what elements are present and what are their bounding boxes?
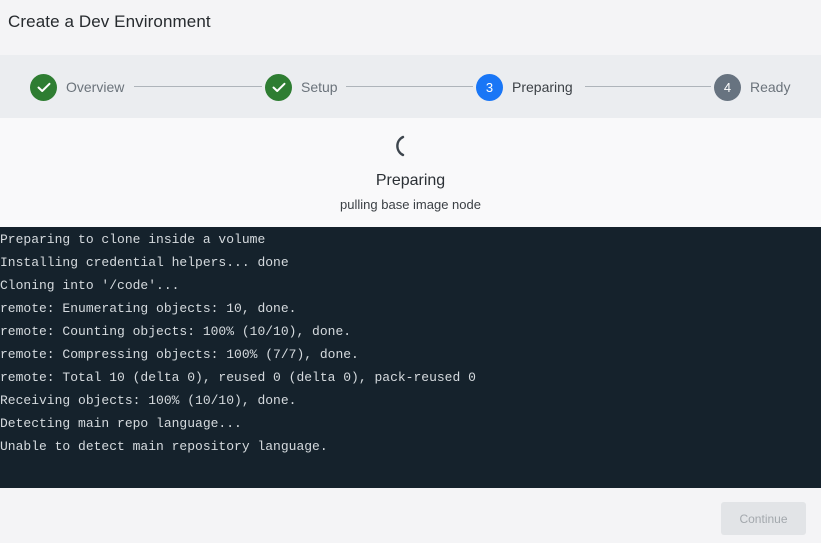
terminal-line: remote: Total 10 (delta 0), reused 0 (de… bbox=[0, 370, 476, 385]
dialog-title: Create a Dev Environment bbox=[8, 12, 211, 31]
step-label: Ready bbox=[750, 79, 791, 95]
step-connector bbox=[585, 86, 711, 87]
check-icon bbox=[272, 82, 285, 92]
terminal-line: remote: Counting objects: 100% (10/10), … bbox=[0, 324, 352, 339]
create-dev-environment-dialog: Create a Dev Environment Overview Setup … bbox=[0, 0, 821, 543]
spinner-icon bbox=[396, 135, 405, 157]
terminal-line: Preparing to clone inside a volume bbox=[0, 232, 266, 247]
step-label: Preparing bbox=[512, 79, 573, 95]
continue-button[interactable]: Continue bbox=[721, 502, 806, 535]
step-preparing: 3 Preparing bbox=[476, 73, 573, 101]
status-subtitle: pulling base image node bbox=[340, 197, 481, 212]
terminal-line: Receiving objects: 100% (10/10), done. bbox=[0, 393, 297, 408]
dialog-footer: Continue bbox=[0, 488, 821, 543]
terminal-line: remote: Compressing objects: 100% (7/7),… bbox=[0, 347, 359, 362]
step-overview: Overview bbox=[30, 73, 124, 101]
terminal-line: Cloning into '/code'... bbox=[0, 278, 180, 293]
terminal-line: remote: Enumerating objects: 10, done. bbox=[0, 301, 297, 316]
check-icon bbox=[37, 82, 50, 92]
status-title: Preparing bbox=[375, 172, 446, 189]
stepper: Overview Setup 3 Preparing 4 Ready bbox=[0, 55, 821, 118]
step-status-circle bbox=[30, 73, 57, 101]
terminal-line: Detecting main repo language... bbox=[0, 416, 242, 431]
terminal-lines: Preparing to clone inside a volume Insta… bbox=[0, 228, 476, 458]
terminal-output[interactable]: Preparing to clone inside a volume Insta… bbox=[0, 227, 821, 488]
step-connector bbox=[346, 86, 473, 87]
step-label: Overview bbox=[66, 79, 125, 95]
step-connector bbox=[134, 86, 262, 87]
terminal-line: Installing credential helpers... done bbox=[0, 255, 289, 270]
step-number-badge: 4 bbox=[714, 73, 741, 101]
status-panel: Preparing pulling base image node bbox=[0, 118, 821, 227]
terminal-line: Unable to detect main repository languag… bbox=[0, 439, 328, 454]
step-setup: Setup bbox=[265, 73, 338, 101]
step-label: Setup bbox=[301, 79, 338, 95]
step-status-circle bbox=[265, 73, 292, 101]
step-number-badge: 3 bbox=[476, 73, 503, 101]
step-ready: 4 Ready bbox=[714, 73, 790, 101]
